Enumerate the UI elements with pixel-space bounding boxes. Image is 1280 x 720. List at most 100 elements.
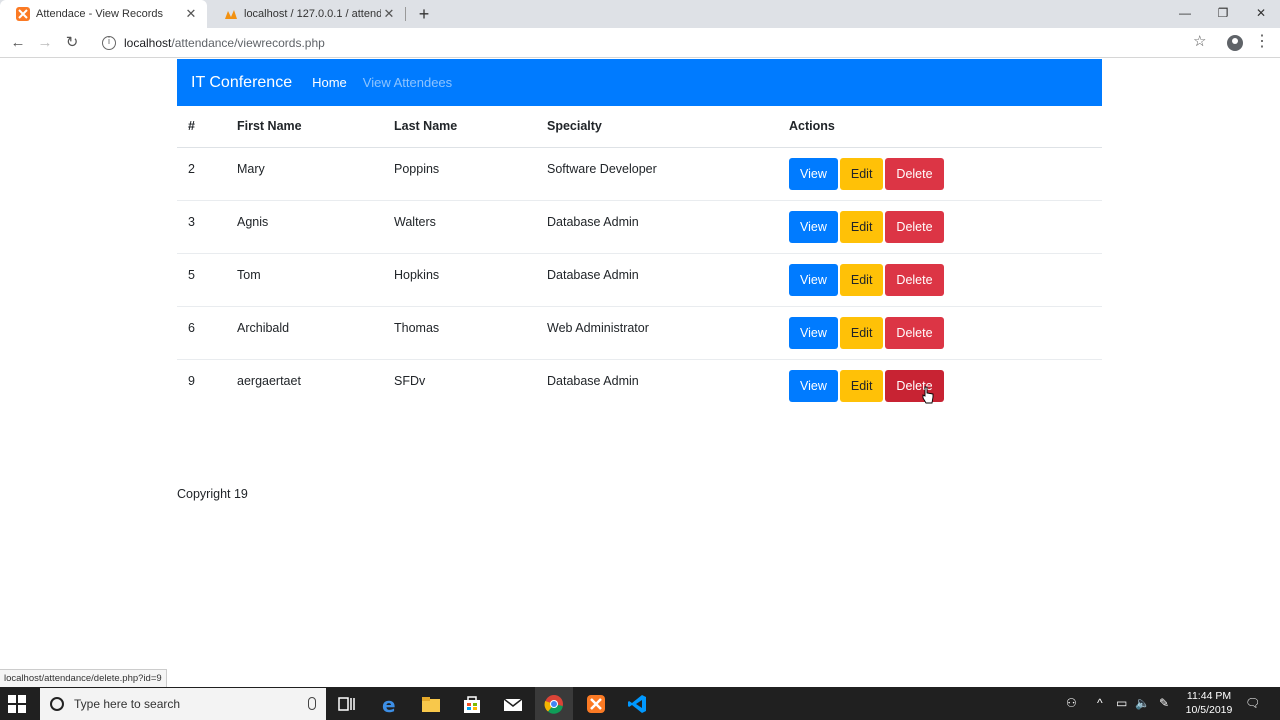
taskbar-search-box[interactable]: Type here to search: [40, 688, 326, 720]
minimize-icon[interactable]: —: [1166, 0, 1204, 28]
cell-specialty: Database Admin: [536, 200, 778, 254]
xampp-favicon-icon: [16, 7, 30, 21]
cell-actions: View Edit Delete: [778, 200, 1102, 254]
delete-button[interactable]: Delete: [885, 316, 944, 349]
cell-specialty: Database Admin: [536, 253, 778, 307]
edit-button[interactable]: Edit: [839, 210, 884, 243]
back-icon[interactable]: ←: [7, 32, 29, 54]
delete-button[interactable]: Delete: [885, 210, 944, 243]
table-row: 5 Tom Hopkins Database Admin View Edit Del…: [177, 253, 1102, 307]
action-center-icon[interactable]: 🗨: [1245, 695, 1260, 711]
browser-toolbar: ← → ↻ i localhost/attendance/viewrecords…: [0, 28, 1280, 58]
cell-first-name: Tom: [226, 253, 383, 307]
edit-button[interactable]: Edit: [839, 316, 884, 349]
cell-first-name: Archibald: [226, 306, 383, 360]
cell-actions: View Edit Delete: [778, 306, 1102, 360]
svg-text:e: e: [382, 693, 396, 715]
view-button[interactable]: View: [789, 210, 838, 243]
delete-button[interactable]: Delete: [885, 369, 944, 402]
site-navbar: IT Conference Home View Attendees: [177, 59, 1102, 106]
link-status-bar: localhost/attendance/delete.php?id=9: [0, 669, 167, 687]
nav-link-view-attendees[interactable]: View Attendees: [363, 75, 452, 90]
people-icon[interactable]: ⚇: [1066, 695, 1077, 711]
view-button[interactable]: View: [789, 157, 838, 190]
footer-copyright: Copyright 19: [177, 487, 248, 501]
table-row: 6 Archibald Thomas Web Administrator Vie…: [177, 306, 1102, 360]
cell-specialty: Software Developer: [536, 147, 778, 201]
tab-phpmyadmin[interactable]: localhost / 127.0.0.1 / attendance ✕: [208, 0, 405, 28]
navbar-brand[interactable]: IT Conference: [191, 74, 292, 92]
tab-close-icon[interactable]: ✕: [381, 6, 397, 22]
edit-button[interactable]: Edit: [839, 157, 884, 190]
mail-icon[interactable]: [502, 693, 524, 715]
cell-actions: View Edit Delete: [778, 359, 1102, 412]
network-icon[interactable]: ▭: [1116, 695, 1127, 711]
nav-link-home[interactable]: Home: [312, 75, 347, 90]
clock-date: 10/5/2019: [1185, 704, 1233, 716]
view-button[interactable]: View: [789, 263, 838, 296]
cell-last-name: Thomas: [383, 306, 536, 360]
windows-taskbar: Type here to search e ⚇ ^ ▭ 🔈 ✎ 11:44 PM…: [0, 687, 1280, 720]
table-row: 3 Agnis Walters Database Admin View Edit D…: [177, 200, 1102, 254]
search-placeholder: Type here to search: [74, 697, 181, 711]
tab-separator: [405, 7, 406, 21]
cell-first-name: aergaertaet: [237, 373, 301, 388]
cell-last-name: SFDv: [394, 373, 426, 388]
address-bar[interactable]: i localhost/attendance/viewrecords.php: [90, 31, 1220, 55]
cell-first-name: Agnis: [226, 200, 383, 254]
column-header: First Name: [226, 106, 383, 148]
edit-button[interactable]: Edit: [839, 263, 884, 296]
profile-icon[interactable]: [1227, 35, 1243, 51]
cell-id: 6: [177, 306, 226, 360]
cell-id: 5: [177, 253, 226, 307]
cell-first-name: Mary: [226, 147, 383, 201]
browser-tab-strip: Attendace - View Records ✕ localhost / 1…: [0, 0, 1280, 28]
cell-actions: View Edit Delete: [778, 253, 1102, 307]
url-path: /attendance/viewrecords.php: [171, 36, 325, 50]
tray-chevron-icon[interactable]: ^: [1097, 695, 1103, 711]
vscode-icon[interactable]: [626, 693, 648, 715]
xampp-icon[interactable]: [585, 693, 607, 715]
table-row: 9 aergaertaet SFDv Database Admin View Ed…: [177, 359, 1102, 412]
clock-time: 11:44 PM: [1186, 690, 1232, 702]
column-header: Last Name: [383, 106, 536, 148]
url-host: localhost: [124, 36, 172, 50]
delete-button[interactable]: Delete: [885, 157, 944, 190]
cell-last-name: Hopkins: [383, 253, 536, 307]
column-header: #: [177, 106, 226, 148]
edit-button[interactable]: Edit: [839, 369, 884, 402]
menu-kebab-icon[interactable]: ⋮: [1254, 32, 1270, 52]
column-header: Actions: [778, 106, 1102, 148]
bookmark-star-icon[interactable]: ☆: [1193, 32, 1206, 50]
reload-icon[interactable]: ↻: [61, 32, 83, 54]
cell-specialty: Web Administrator: [536, 306, 778, 360]
chrome-icon[interactable]: [543, 693, 565, 715]
cell-id: 2: [177, 147, 226, 201]
attendees-table: # First Name Last Name Specialty Actions…: [177, 106, 1102, 412]
pen-icon[interactable]: ✎: [1159, 695, 1169, 711]
tab-close-icon[interactable]: ✕: [183, 6, 199, 22]
store-icon[interactable]: [461, 693, 483, 715]
taskbar-clock[interactable]: 11:44 PM 10/5/2019: [1180, 689, 1238, 717]
restore-icon[interactable]: ❐: [1204, 0, 1242, 28]
new-tab-button[interactable]: +: [414, 3, 434, 25]
site-info-icon[interactable]: i: [102, 36, 116, 50]
cell-specialty: Database Admin: [547, 373, 639, 388]
close-window-icon[interactable]: ✕: [1242, 0, 1280, 28]
windows-start-icon[interactable]: [8, 695, 26, 713]
page-content: IT Conference Home View Attendees # Firs…: [0, 59, 1280, 687]
forward-icon[interactable]: →: [34, 32, 56, 54]
view-button[interactable]: View: [789, 316, 838, 349]
cell-id: 3: [177, 200, 226, 254]
tab-view-records[interactable]: Attendace - View Records ✕: [0, 0, 207, 28]
microphone-icon[interactable]: [308, 697, 316, 710]
volume-icon[interactable]: 🔈: [1135, 695, 1150, 711]
table-row: 2 Mary Poppins Software Developer View Ed…: [177, 147, 1102, 201]
hand-cursor-icon: [922, 386, 934, 404]
phpmyadmin-favicon-icon: [225, 10, 237, 19]
task-view-icon[interactable]: [336, 693, 358, 715]
edge-browser-icon[interactable]: e: [379, 693, 401, 715]
delete-button[interactable]: Delete: [885, 263, 944, 296]
file-explorer-icon[interactable]: [420, 693, 442, 715]
view-button[interactable]: View: [789, 369, 838, 402]
